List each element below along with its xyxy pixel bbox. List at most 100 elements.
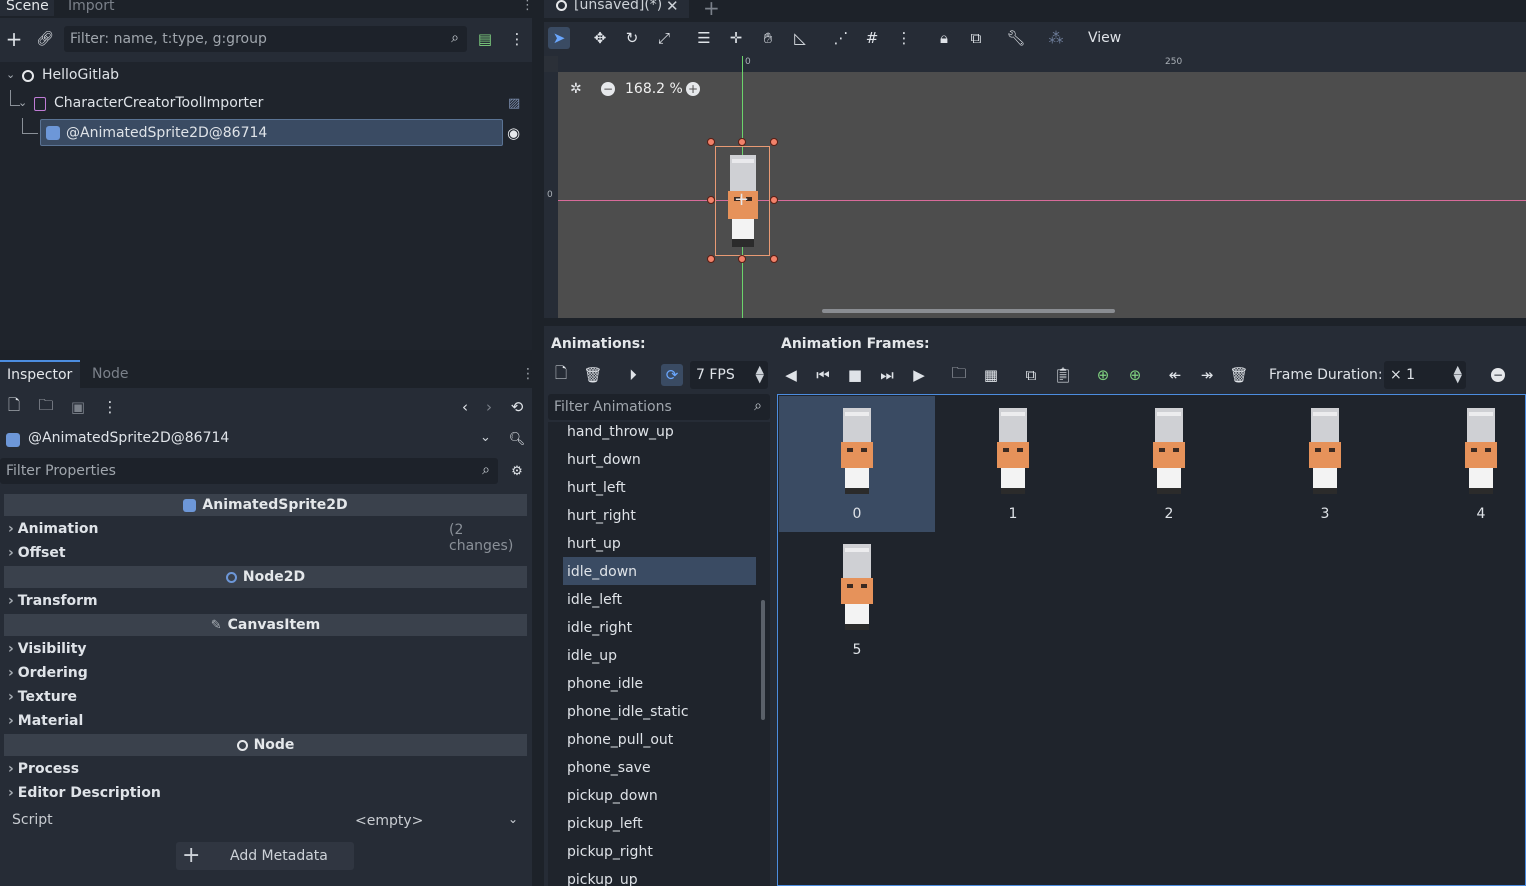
play-backwards-start-icon[interactable]: ⏮ bbox=[812, 364, 834, 386]
group-transform[interactable]: Transform bbox=[8, 593, 98, 609]
rotate-tool-icon[interactable]: ↻ bbox=[621, 27, 643, 49]
list-item[interactable]: idle_up bbox=[567, 642, 617, 670]
property-tools-icon[interactable]: ⚙ bbox=[506, 460, 528, 482]
insert-after-icon[interactable]: ⊕ bbox=[1124, 364, 1146, 386]
handle-ml[interactable] bbox=[707, 196, 715, 204]
frame-duration-spinbox[interactable]: × 1 ▲ ▼ bbox=[1384, 361, 1466, 389]
history-icon[interactable]: ⟲ bbox=[506, 396, 528, 418]
pan-tool-icon[interactable]: ✋︎ bbox=[757, 27, 779, 49]
paste-icon[interactable]: 📋︎ bbox=[1052, 364, 1074, 386]
zoom-out-icon[interactable]: − bbox=[601, 82, 615, 96]
link-icon[interactable]: 🔗︎ bbox=[34, 28, 56, 50]
frame-thumbnail[interactable]: 0 bbox=[779, 396, 935, 532]
group-animation[interactable]: Animation bbox=[8, 521, 99, 537]
smart-snap-icon[interactable]: ⋰ bbox=[830, 27, 852, 49]
frame-thumbnail[interactable]: 1 bbox=[935, 396, 1091, 532]
group-material[interactable]: Material bbox=[8, 713, 84, 729]
handle-bl[interactable] bbox=[707, 255, 715, 263]
insert-before-icon[interactable]: ⊕ bbox=[1092, 364, 1114, 386]
doc-help-icon[interactable]: 🔍︎ bbox=[506, 428, 528, 450]
horizontal-scrollbar[interactable] bbox=[822, 309, 1115, 313]
zoom-out-icon[interactable]: − bbox=[1491, 368, 1505, 382]
view-menu[interactable]: View bbox=[1088, 30, 1121, 46]
zoom-in-icon[interactable]: + bbox=[686, 82, 700, 96]
attached-script-icon[interactable]: ▨ bbox=[508, 96, 520, 111]
skeleton-icon[interactable]: 🔧︎ bbox=[1005, 27, 1027, 49]
properties-filter-field[interactable]: Filter Properties ⌕ bbox=[0, 458, 498, 484]
handle-bm[interactable] bbox=[738, 255, 746, 263]
scene-tab[interactable]: [unsaved](*) ✕ bbox=[544, 0, 689, 18]
scale-tool-icon[interactable]: ⤢ bbox=[653, 27, 675, 49]
list-scrollbar[interactable] bbox=[761, 600, 765, 720]
open-folder-icon[interactable]: 🗀︎ bbox=[35, 396, 57, 418]
delete-animation-icon[interactable]: 🗑︎ bbox=[582, 364, 604, 386]
select-tool-icon[interactable]: ➤ bbox=[548, 27, 570, 49]
chevron-down-icon[interactable]: ⌄ bbox=[508, 812, 518, 826]
autoplay-icon[interactable]: ⏵ bbox=[622, 364, 644, 386]
move-right-icon[interactable]: ↠ bbox=[1196, 364, 1218, 386]
list-item[interactable]: hurt_up bbox=[567, 530, 621, 558]
dock-menu-icon[interactable]: ⋮ bbox=[521, 366, 535, 382]
list-item[interactable]: idle_left bbox=[567, 586, 622, 614]
add-tab-icon[interactable]: + bbox=[703, 0, 720, 20]
move-tool-icon[interactable]: ✥ bbox=[589, 27, 611, 49]
canvas-viewport[interactable]: 0 250 0 ✲ − 168.2 % + + bbox=[544, 56, 1526, 318]
list-item[interactable]: phone_pull_out bbox=[567, 726, 673, 754]
grid-snap-icon[interactable]: # bbox=[861, 27, 883, 49]
spritesheet-icon[interactable]: ▦ bbox=[980, 364, 1002, 386]
frame-thumbnail[interactable]: 2 bbox=[1091, 396, 1247, 532]
history-back-icon[interactable]: ‹ bbox=[454, 396, 476, 418]
list-item[interactable]: phone_idle bbox=[567, 670, 643, 698]
frame-thumbnail[interactable]: 3 bbox=[1247, 396, 1403, 532]
play-backwards-icon[interactable]: ◀ bbox=[780, 364, 802, 386]
snap-options-icon[interactable]: ⋮ bbox=[893, 27, 915, 49]
load-frames-icon[interactable]: 🗀︎ bbox=[948, 364, 970, 386]
play-icon[interactable]: ▶ bbox=[908, 364, 930, 386]
handle-mr[interactable] bbox=[770, 196, 778, 204]
particles-icon[interactable]: ⁂ bbox=[1045, 27, 1067, 49]
fps-spinbox[interactable]: 7 FPS ▲ ▼ bbox=[690, 361, 768, 389]
tab-node[interactable]: Node bbox=[92, 366, 129, 382]
selected-sprite[interactable]: + bbox=[715, 146, 770, 256]
loop-icon[interactable]: ⟳ bbox=[661, 364, 683, 386]
group-icon[interactable]: ⧉ bbox=[965, 27, 987, 49]
scene-filter-field[interactable]: Filter: name, t:type, g:group ⌕ bbox=[64, 26, 467, 52]
frame-thumbnail[interactable]: 4 bbox=[1403, 396, 1526, 532]
tab-import[interactable]: Import bbox=[68, 0, 114, 16]
zoom-level[interactable]: 168.2 % bbox=[625, 81, 683, 97]
list-item[interactable]: idle_right bbox=[567, 614, 632, 642]
inspector-menu-icon[interactable]: ⋮ bbox=[99, 396, 121, 418]
close-icon[interactable]: ✕ bbox=[666, 0, 679, 15]
list-item-selected[interactable]: idle_down bbox=[567, 558, 637, 586]
tab-inspector[interactable]: Inspector bbox=[0, 360, 80, 388]
add-animation-icon[interactable]: 🗋︎ bbox=[550, 364, 572, 386]
group-visibility[interactable]: Visibility bbox=[8, 641, 87, 657]
frame-thumbnail[interactable]: 5 bbox=[779, 532, 935, 668]
copy-icon[interactable]: ⧉ bbox=[1020, 364, 1042, 386]
add-metadata-button[interactable]: + Add Metadata bbox=[176, 842, 354, 870]
dock-menu-icon[interactable]: ⋮ bbox=[521, 0, 534, 12]
list-item[interactable]: hurt_down bbox=[567, 446, 641, 474]
new-resource-icon[interactable]: 🗋︎ bbox=[3, 396, 25, 418]
filter-animations-field[interactable]: Filter Animations ⌕ bbox=[548, 394, 770, 420]
center-view-icon[interactable]: ✲ bbox=[570, 81, 582, 97]
group-ordering[interactable]: Ordering bbox=[8, 665, 88, 681]
script-value[interactable]: <empty> bbox=[355, 813, 423, 829]
delete-frame-icon[interactable]: 🗑︎ bbox=[1228, 364, 1250, 386]
tree-item-charactercreatortoolimporter[interactable]: CharacterCreatorToolImporter bbox=[54, 90, 263, 116]
list-item[interactable]: hurt_left bbox=[567, 474, 626, 502]
list-item[interactable]: pickup_down bbox=[567, 782, 658, 810]
group-editor-description[interactable]: Editor Description bbox=[8, 785, 161, 801]
collapse-arrow-icon[interactable]: ⌄ bbox=[6, 68, 15, 81]
group-offset[interactable]: Offset bbox=[8, 545, 66, 561]
handle-br[interactable] bbox=[770, 255, 778, 263]
chevron-down-icon[interactable]: ⌄ bbox=[480, 430, 491, 445]
list-select-icon[interactable]: ☰ bbox=[693, 27, 715, 49]
list-item[interactable]: hand_throw_up bbox=[567, 418, 674, 446]
list-item[interactable]: phone_save bbox=[567, 754, 651, 782]
collapse-arrow-icon[interactable]: ⌄ bbox=[18, 96, 27, 109]
visibility-eye-icon[interactable]: ◉ bbox=[507, 124, 520, 142]
object-selector[interactable]: @AnimatedSprite2D@86714 bbox=[28, 430, 229, 446]
ruler-tool-icon[interactable]: ◺ bbox=[789, 27, 811, 49]
add-node-icon[interactable]: + bbox=[3, 27, 25, 51]
